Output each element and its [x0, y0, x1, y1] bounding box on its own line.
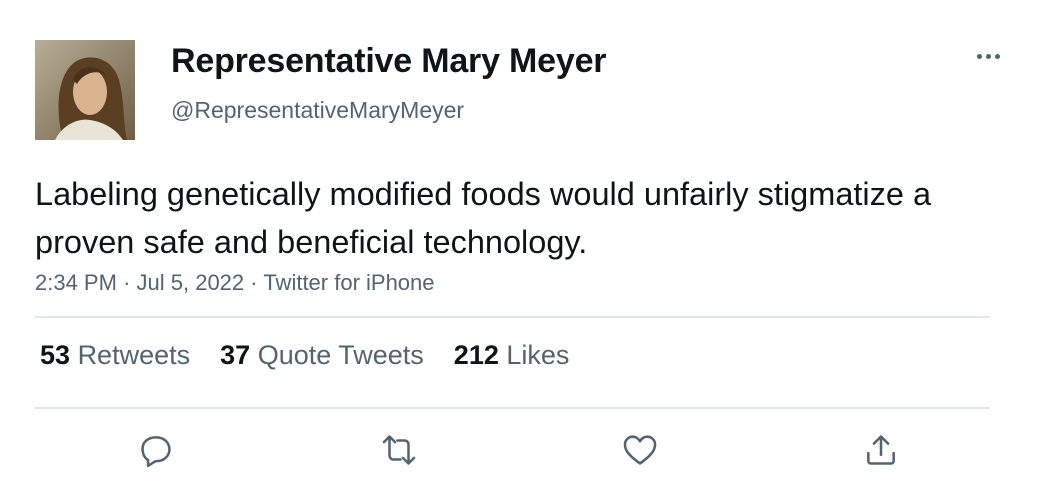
- tweet-source[interactable]: Twitter for iPhone: [263, 270, 434, 295]
- tweet-meta: 2:34 PM · Jul 5, 2022 · Twitter for iPho…: [35, 270, 435, 296]
- more-options-button[interactable]: [970, 42, 1006, 70]
- retweets-count: 53: [40, 340, 71, 370]
- like-icon: [623, 435, 657, 465]
- likes-stat[interactable]: 212 Likes: [454, 340, 570, 371]
- likes-count: 212: [453, 340, 499, 370]
- more-icon: [976, 53, 982, 59]
- quote-tweets-count: 37: [220, 340, 251, 370]
- retweets-label: Retweets: [77, 340, 191, 370]
- quote-tweets-label: Quote Tweets: [257, 340, 424, 370]
- profile-photo-icon: [35, 40, 135, 140]
- reply-button[interactable]: [134, 428, 178, 472]
- divider: [35, 316, 990, 318]
- tweet-card: Representative Mary Meyer @Representativ…: [0, 0, 1050, 480]
- more-icon-dot: [985, 53, 991, 59]
- retweet-button[interactable]: [377, 428, 421, 472]
- retweets-stat[interactable]: 53 Retweets: [40, 340, 190, 371]
- tweet-text: Labeling genetically modified foods woul…: [35, 176, 932, 260]
- user-handle[interactable]: @RepresentativeMaryMeyer: [171, 97, 464, 124]
- share-button[interactable]: [859, 428, 903, 472]
- retweet-icon: [382, 435, 416, 465]
- tweet-time[interactable]: 2:34 PM: [35, 270, 117, 295]
- like-button[interactable]: [618, 428, 662, 472]
- meta-separator: ·: [123, 270, 131, 295]
- share-icon: [867, 435, 895, 465]
- likes-label: Likes: [506, 340, 570, 370]
- tweet-stats: 53 Retweets 37 Quote Tweets 212 Likes: [40, 340, 569, 371]
- divider: [35, 407, 990, 409]
- avatar[interactable]: [35, 40, 135, 140]
- more-icon-dot: [994, 53, 1000, 59]
- tweet-date[interactable]: Jul 5, 2022: [137, 270, 245, 295]
- meta-separator: ·: [250, 270, 258, 295]
- quote-tweets-stat[interactable]: 37 Quote Tweets: [220, 340, 424, 371]
- display-name[interactable]: Representative Mary Meyer: [171, 42, 607, 81]
- reply-icon: [141, 436, 171, 468]
